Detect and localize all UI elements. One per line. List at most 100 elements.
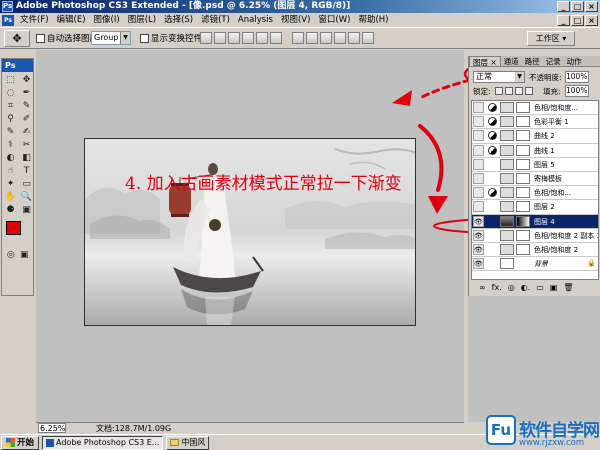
show-transform-option[interactable]: 显示变换控件 xyxy=(140,32,202,44)
tool-14-icon[interactable]: ☝ xyxy=(3,165,18,177)
layer-mask-thumbnail[interactable] xyxy=(516,130,530,142)
tool-17-icon[interactable]: ▭ xyxy=(19,178,34,190)
foreground-color-swatch[interactable] xyxy=(6,221,21,235)
close-button[interactable]: × xyxy=(585,1,598,12)
menu-analysis[interactable]: Analysis xyxy=(234,13,277,27)
blend-mode-select[interactable]: 正常 ▼ xyxy=(473,71,525,83)
align-left-icon[interactable] xyxy=(242,32,254,44)
auto-select-dropdown[interactable]: Group ▼ xyxy=(91,31,131,45)
tool-16-icon[interactable]: ✦ xyxy=(3,178,18,190)
tool-19-icon[interactable]: 🔍 xyxy=(19,191,34,203)
zoom-field[interactable]: 6.25% xyxy=(38,423,66,433)
menu-help[interactable]: 帮助(H) xyxy=(354,13,392,27)
layer-thumbnail[interactable] xyxy=(500,201,514,213)
layer-mask-thumbnail[interactable] xyxy=(516,102,530,113)
auto-select-option[interactable]: 自动选择图层 xyxy=(36,32,98,44)
tool-1-icon[interactable]: ✥ xyxy=(19,74,34,86)
screen-mode-icon[interactable]: ▣ xyxy=(18,249,30,261)
tab-paths[interactable]: 路径 xyxy=(522,56,543,66)
layer-mask-thumbnail[interactable] xyxy=(516,158,530,170)
visibility-eye-icon[interactable] xyxy=(473,102,484,113)
distribute-right-icon[interactable] xyxy=(362,32,374,44)
menu-layer[interactable]: 图层(L) xyxy=(124,13,160,27)
align-top-icon[interactable] xyxy=(200,32,212,44)
distribute-top-icon[interactable] xyxy=(292,32,304,44)
document-icon[interactable]: Ps xyxy=(2,14,14,26)
add-mask-icon[interactable]: ◎ xyxy=(508,282,515,294)
layer-thumbnail[interactable] xyxy=(500,158,514,170)
layer-mask-thumbnail[interactable] xyxy=(516,116,530,128)
layer-thumbnail[interactable] xyxy=(500,258,514,270)
menu-edit[interactable]: 编辑(E) xyxy=(53,13,90,27)
tool-21-icon[interactable]: ▣ xyxy=(19,204,34,216)
visibility-eye-icon[interactable]: 👁 xyxy=(473,229,484,241)
layer-mask-thumbnail[interactable] xyxy=(516,187,530,199)
visibility-eye-icon[interactable] xyxy=(473,158,484,170)
layer-mask-thumbnail[interactable] xyxy=(516,229,530,241)
layer-thumbnail[interactable] xyxy=(500,187,514,199)
layer-mask-thumbnail[interactable] xyxy=(516,215,530,227)
show-transform-checkbox[interactable] xyxy=(140,33,149,43)
tab-layers[interactable]: 图层 × xyxy=(469,56,501,67)
doc-close-button[interactable]: × xyxy=(585,14,598,26)
visibility-eye-icon[interactable] xyxy=(473,201,484,213)
tool-2-icon[interactable]: ◌ xyxy=(3,87,18,99)
layer-thumbnail[interactable] xyxy=(500,243,514,255)
layer-thumbnail[interactable] xyxy=(500,102,514,113)
layer-row[interactable]: 色相/饱和度... xyxy=(472,101,598,116)
tool-5-icon[interactable]: ✎ xyxy=(19,100,34,112)
tab-actions[interactable]: 动作 xyxy=(564,56,585,66)
layer-mask-thumbnail[interactable] xyxy=(516,144,530,156)
layer-mask-thumbnail[interactable] xyxy=(516,201,530,213)
tool-4-icon[interactable]: ⌗ xyxy=(3,100,18,112)
menu-view[interactable]: 视图(V) xyxy=(277,13,314,27)
align-right-icon[interactable] xyxy=(270,32,282,44)
distribute-vcenter-icon[interactable] xyxy=(306,32,318,44)
lock-all-icon[interactable] xyxy=(525,87,533,95)
taskbar-folder[interactable]: 中国风 xyxy=(166,435,210,450)
trash-icon[interactable]: 🗑 xyxy=(563,282,573,294)
visibility-eye-icon[interactable] xyxy=(473,130,484,142)
layer-row[interactable]: 色相/饱和... xyxy=(472,186,598,201)
document-canvas[interactable] xyxy=(84,138,416,326)
tool-10-icon[interactable]: ⚕ xyxy=(3,139,18,151)
menu-filter[interactable]: 滤镜(T) xyxy=(197,13,234,27)
menu-window[interactable]: 窗口(W) xyxy=(314,13,354,27)
layer-row[interactable]: 👁 色相/饱和度 2 副本 3 xyxy=(472,229,598,243)
visibility-eye-icon[interactable] xyxy=(473,116,484,128)
new-group-icon[interactable]: ▭ xyxy=(536,282,544,294)
visibility-eye-icon[interactable]: 👁 xyxy=(473,243,484,255)
align-bottom-icon[interactable] xyxy=(228,32,240,44)
layer-thumbnail[interactable] xyxy=(500,229,514,241)
visibility-eye-icon[interactable]: 👁 xyxy=(473,258,484,270)
quick-mask-icon[interactable]: ◎ xyxy=(5,249,17,261)
tool-11-icon[interactable]: ✂ xyxy=(19,139,34,151)
fill-input[interactable]: 100% xyxy=(565,85,589,97)
tab-channels[interactable]: 通道 xyxy=(501,56,522,66)
align-hcenter-icon[interactable] xyxy=(256,32,268,44)
move-tool-preset[interactable]: ✥ xyxy=(4,30,30,47)
tab-history[interactable]: 记录 xyxy=(543,56,564,66)
workspace-button[interactable]: 工作区 ▾ xyxy=(527,31,575,46)
doc-restore-button[interactable]: □ xyxy=(571,14,584,26)
menu-select[interactable]: 选择(S) xyxy=(160,13,197,27)
lock-image-icon[interactable] xyxy=(505,87,513,95)
layer-row[interactable]: 👁 色相/饱和度 2 xyxy=(472,243,598,258)
link-layers-icon[interactable]: ∞ xyxy=(479,282,486,294)
maximize-button[interactable]: □ xyxy=(571,1,584,12)
lock-transparency-icon[interactable] xyxy=(495,87,503,95)
layer-thumbnail[interactable] xyxy=(500,130,514,142)
visibility-eye-icon[interactable] xyxy=(473,187,484,199)
layer-row[interactable]: 曲线 1 xyxy=(472,144,598,158)
tool-9-icon[interactable]: ✍ xyxy=(19,126,34,138)
layer-thumbnail[interactable] xyxy=(500,116,514,128)
tool-6-icon[interactable]: ⚲ xyxy=(3,113,18,125)
tool-7-icon[interactable]: ✐ xyxy=(19,113,34,125)
visibility-eye-icon[interactable] xyxy=(473,144,484,156)
distribute-left-icon[interactable] xyxy=(334,32,346,44)
layer-row[interactable]: 👁 图层 4 xyxy=(472,214,598,229)
auto-select-checkbox[interactable] xyxy=(36,33,45,43)
adjustment-icon[interactable]: ◐. xyxy=(521,282,531,294)
layer-mask-thumbnail[interactable] xyxy=(516,172,530,184)
layer-row[interactable]: 图层 2 xyxy=(472,200,598,215)
